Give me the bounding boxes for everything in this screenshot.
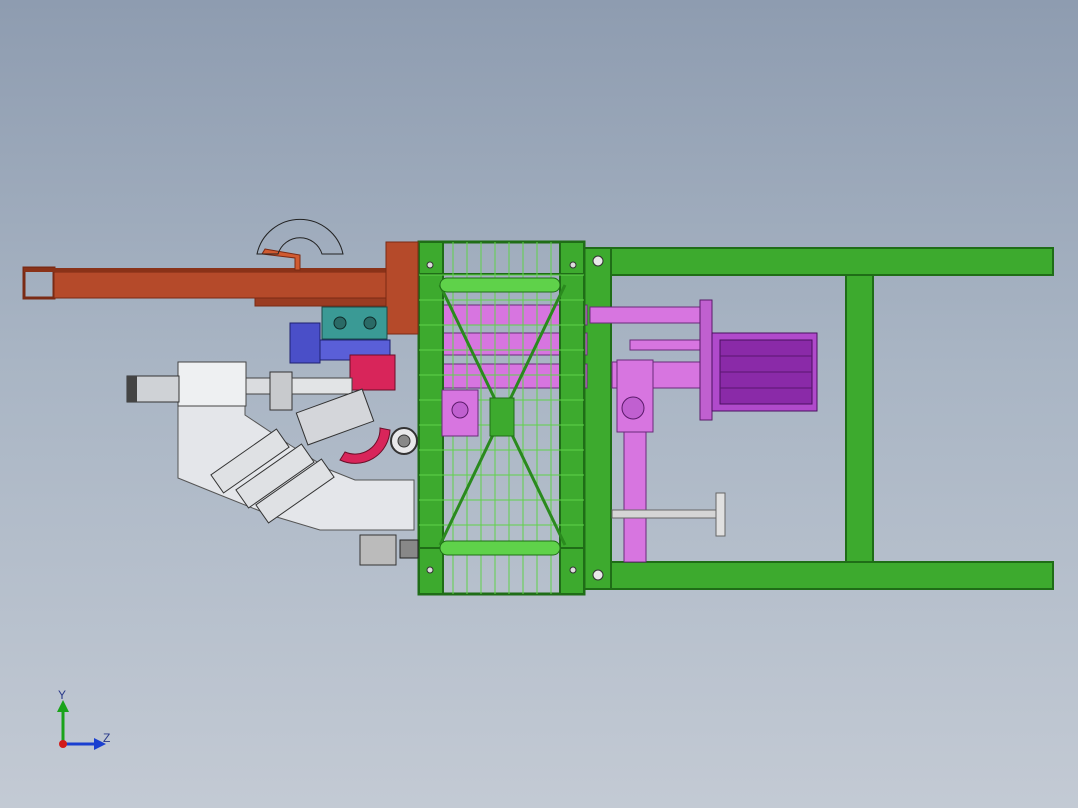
cad-model-drawing[interactable] [0,0,1078,808]
purple-motor[interactable] [711,332,818,412]
x-axis-origin [59,740,67,748]
cad-viewport[interactable]: Y Z [0,0,1078,808]
grey-tooling-assembly[interactable] [126,361,419,566]
y-axis-label: Y [58,688,67,702]
coordinate-triad [57,700,106,750]
z-axis-label: Z [103,731,111,745]
green-mesh-guard[interactable] [417,240,586,596]
